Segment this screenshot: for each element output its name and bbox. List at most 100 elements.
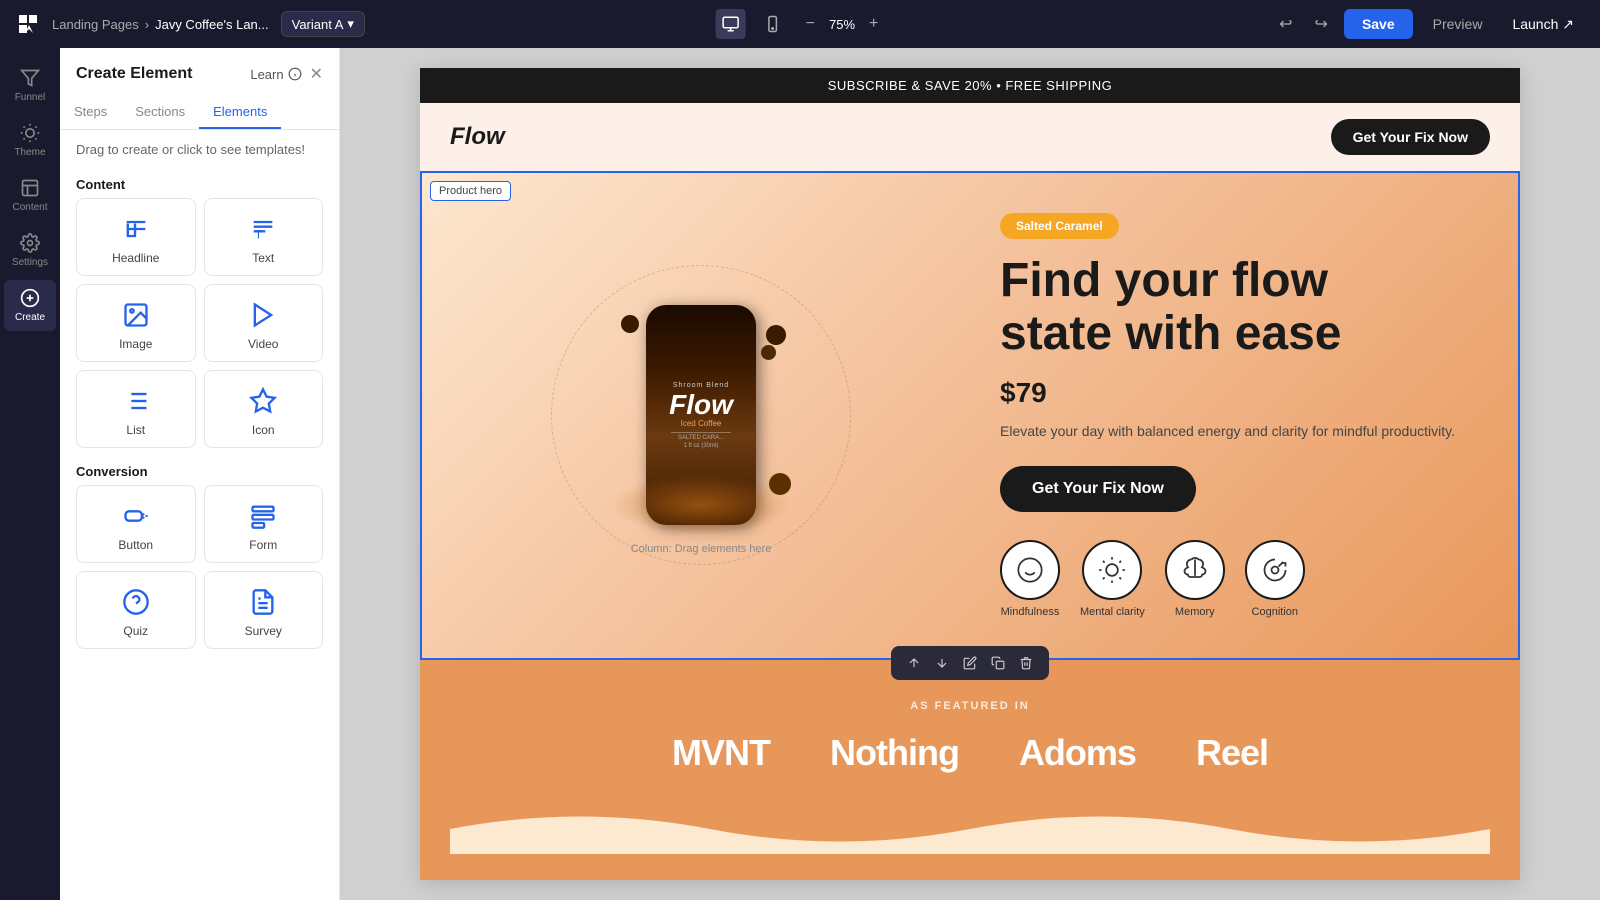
learn-link[interactable]: Learn bbox=[250, 67, 301, 82]
featured-logo-nothing: Nothing bbox=[830, 732, 959, 774]
element-image[interactable]: Image bbox=[76, 284, 196, 362]
sun-icon bbox=[1098, 556, 1126, 584]
survey-label: Survey bbox=[245, 624, 282, 638]
toolbar-up-button[interactable] bbox=[901, 652, 927, 674]
memory-label: Memory bbox=[1175, 606, 1215, 618]
redo-button[interactable]: ↪ bbox=[1309, 10, 1334, 38]
zoom-in-button[interactable]: + bbox=[863, 13, 884, 35]
element-button[interactable]: Button bbox=[76, 485, 196, 563]
survey-icon bbox=[249, 588, 277, 616]
hero-inner: Product hero Shroom Blend bbox=[420, 171, 1520, 660]
edit-icon bbox=[963, 656, 977, 670]
topbar-actions: ↩ ↪ Save Preview Launch ↗ bbox=[1273, 9, 1584, 39]
featured-section: AS FEATURED IN MVNT Nothing Adoms Reel bbox=[420, 660, 1520, 880]
sidebar-item-settings[interactable]: Settings bbox=[4, 225, 56, 276]
element-quiz[interactable]: Quiz bbox=[76, 571, 196, 649]
canvas-area: SUBSCRIBE & SAVE 20% • FREE SHIPPING Flo… bbox=[340, 48, 1600, 900]
icon-label: Icon bbox=[252, 423, 275, 437]
hero-cta-button[interactable]: Get Your Fix Now bbox=[1000, 466, 1196, 512]
toolbar-delete-button[interactable] bbox=[1013, 652, 1039, 674]
element-list[interactable]: List bbox=[76, 370, 196, 448]
breadcrumb-parent[interactable]: Landing Pages bbox=[52, 17, 139, 32]
list-icon bbox=[122, 387, 150, 415]
brain-icon bbox=[1181, 556, 1209, 584]
breadcrumb: Landing Pages › Javy Coffee's Lan... bbox=[52, 17, 269, 32]
canvas-page: SUBSCRIBE & SAVE 20% • FREE SHIPPING Flo… bbox=[420, 68, 1520, 880]
delete-icon bbox=[1019, 656, 1033, 670]
toolbar-down-button[interactable] bbox=[929, 652, 955, 674]
device-zoom-controls: − 75% + bbox=[716, 9, 885, 39]
element-text[interactable]: T Text bbox=[204, 198, 324, 276]
hero-right-column: Salted Caramel Find your flow state with… bbox=[980, 173, 1518, 658]
variant-selector[interactable]: Variant A ▾ bbox=[281, 11, 365, 37]
announcement-bar: SUBSCRIBE & SAVE 20% • FREE SHIPPING bbox=[420, 68, 1520, 103]
content-section-title: Content bbox=[60, 169, 339, 198]
product-hero-label: Product hero bbox=[430, 181, 511, 201]
tab-elements[interactable]: Elements bbox=[199, 96, 281, 129]
save-button[interactable]: Save bbox=[1344, 9, 1413, 39]
element-headline[interactable]: H Headline bbox=[76, 198, 196, 276]
toolbar-edit-button[interactable] bbox=[957, 652, 983, 674]
sidebar-item-theme[interactable]: Theme bbox=[4, 115, 56, 166]
headline-icon: H bbox=[122, 215, 150, 243]
panel-description: Drag to create or click to see templates… bbox=[60, 130, 339, 169]
brain-icon-circle bbox=[1165, 540, 1225, 600]
image-icon bbox=[122, 301, 150, 329]
mobile-view-button[interactable] bbox=[758, 9, 788, 39]
cognition-label: Cognition bbox=[1252, 606, 1298, 618]
element-survey[interactable]: Survey bbox=[204, 571, 324, 649]
element-form[interactable]: Form bbox=[204, 485, 324, 563]
headline-label: Headline bbox=[112, 251, 159, 265]
toolbar-duplicate-button[interactable] bbox=[985, 652, 1011, 674]
duplicate-icon bbox=[991, 656, 1005, 670]
panel-tabs: Steps Sections Elements bbox=[60, 96, 339, 130]
panel-close-button[interactable]: ✕ bbox=[310, 64, 323, 84]
mental-clarity-label: Mental clarity bbox=[1080, 606, 1145, 618]
conversion-elements-grid: Button Form Quiz Survey bbox=[60, 485, 339, 657]
featured-label: AS FEATURED IN bbox=[450, 700, 1490, 712]
featured-logo-adoms: Adoms bbox=[1019, 732, 1136, 774]
hero-badge: Salted Caramel bbox=[1000, 213, 1119, 239]
topbar: Landing Pages › Javy Coffee's Lan... Var… bbox=[0, 0, 1600, 48]
hero-price: $79 bbox=[1000, 377, 1478, 409]
sidebar-item-funnel[interactable]: Funnel bbox=[4, 60, 56, 111]
icon-sidebar: Funnel Theme Content Settings Create bbox=[0, 48, 60, 900]
tab-steps[interactable]: Steps bbox=[60, 96, 121, 129]
main-layout: Funnel Theme Content Settings Create Cre… bbox=[0, 48, 1600, 900]
mindfulness-label: Mindfulness bbox=[1001, 606, 1060, 618]
nav-cta-button[interactable]: Get Your Fix Now bbox=[1331, 119, 1490, 155]
undo-button[interactable]: ↩ bbox=[1273, 10, 1298, 38]
head-icon bbox=[1261, 556, 1289, 584]
quiz-label: Quiz bbox=[123, 624, 148, 638]
svg-text:H: H bbox=[125, 221, 137, 239]
panel-header: Create Element Learn ✕ bbox=[60, 48, 339, 84]
sidebar-item-create[interactable]: Create bbox=[4, 280, 56, 331]
element-icon[interactable]: Icon bbox=[204, 370, 324, 448]
tab-sections[interactable]: Sections bbox=[121, 96, 199, 129]
video-label: Video bbox=[248, 337, 278, 351]
launch-button[interactable]: Launch ↗ bbox=[1502, 10, 1584, 39]
hero-section: Product hero Shroom Blend bbox=[420, 171, 1520, 660]
zoom-out-button[interactable]: − bbox=[800, 13, 821, 35]
button-label: Button bbox=[118, 538, 153, 552]
benefit-mindfulness: Mindfulness bbox=[1000, 540, 1060, 618]
image-label: Image bbox=[119, 337, 152, 351]
button-icon bbox=[122, 502, 150, 530]
form-icon bbox=[249, 502, 277, 530]
hero-benefits-row: Mindfulness Mental clarity bbox=[1000, 540, 1478, 618]
element-video[interactable]: Video bbox=[204, 284, 324, 362]
sidebar-item-content[interactable]: Content bbox=[4, 170, 56, 221]
mood-icon-circle bbox=[1000, 540, 1060, 600]
elements-panel: Create Element Learn ✕ Steps Sections El… bbox=[60, 48, 340, 900]
sun-icon-circle bbox=[1082, 540, 1142, 600]
zoom-value: 75% bbox=[829, 17, 855, 32]
desktop-view-button[interactable] bbox=[716, 9, 746, 39]
page-nav: Flow Get Your Fix Now bbox=[420, 103, 1520, 171]
panel-title: Create Element bbox=[76, 65, 193, 83]
form-label: Form bbox=[249, 538, 277, 552]
svg-text:T: T bbox=[255, 228, 262, 241]
featured-logos: MVNT Nothing Adoms Reel bbox=[450, 732, 1490, 774]
arrow-up-icon bbox=[907, 656, 921, 670]
text-label: Text bbox=[252, 251, 274, 265]
preview-button[interactable]: Preview bbox=[1423, 10, 1493, 38]
